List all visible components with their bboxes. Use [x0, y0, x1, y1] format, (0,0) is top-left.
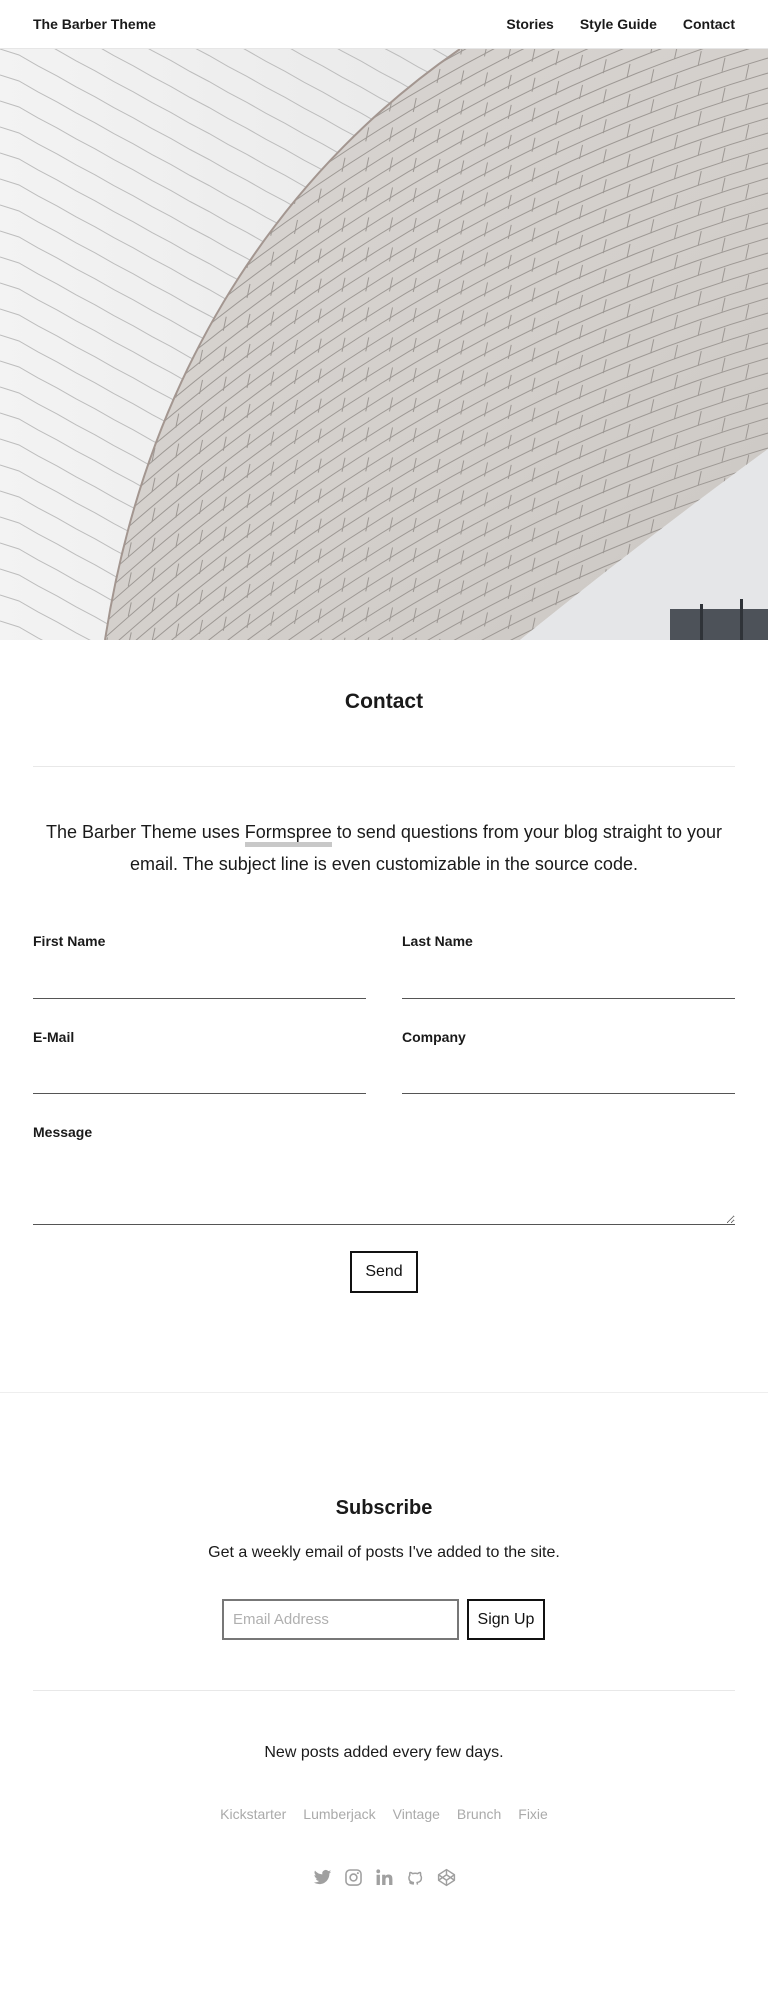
send-button[interactable]: Send [350, 1251, 418, 1293]
site-header: The Barber Theme Stories Style Guide Con… [0, 0, 768, 49]
subscribe-title: Subscribe [335, 1497, 433, 1519]
instagram-icon[interactable] [344, 1868, 363, 1887]
last-name-field[interactable] [402, 971, 735, 999]
footer-note: New posts added every few days. [264, 1744, 504, 1761]
tag-kickstarter[interactable]: Kickstarter [220, 1806, 286, 1822]
section-divider [0, 1392, 768, 1393]
title-divider [33, 766, 735, 767]
nav-stories[interactable]: Stories [506, 16, 553, 32]
first-name-field[interactable] [33, 971, 366, 999]
tag-lumberjack[interactable]: Lumberjack [303, 1806, 375, 1822]
codepen-icon[interactable] [437, 1868, 456, 1887]
company-field[interactable] [402, 1066, 735, 1094]
social-links [0, 1868, 768, 1887]
message-label: Message [33, 1124, 93, 1140]
footer-divider [33, 1690, 735, 1691]
subscribe-email-input[interactable] [222, 1599, 459, 1640]
hero-image [0, 49, 768, 640]
tag-vintage[interactable]: Vintage [393, 1806, 440, 1822]
tag-brunch[interactable]: Brunch [457, 1806, 501, 1822]
brand-link[interactable]: The Barber Theme [33, 16, 156, 32]
footer-tags: Kickstarter Lumberjack Vintage Brunch Fi… [0, 1806, 768, 1822]
twitter-icon[interactable] [313, 1868, 332, 1887]
main-nav: Stories Style Guide Contact [506, 16, 735, 32]
nav-style-guide[interactable]: Style Guide [580, 16, 657, 32]
nav-contact[interactable]: Contact [683, 16, 735, 32]
formspree-link[interactable]: Formspree [244, 822, 332, 847]
page-title: Contact [344, 690, 424, 713]
sign-up-button[interactable]: Sign Up [467, 1599, 545, 1640]
tag-fixie[interactable]: Fixie [518, 1806, 548, 1822]
linkedin-icon[interactable] [375, 1868, 394, 1887]
contact-intro: The Barber Theme uses Formspree to send … [33, 816, 735, 880]
intro-text-before: The Barber Theme uses [45, 822, 245, 842]
subscribe-description: Get a weekly email of posts I've added t… [208, 1544, 560, 1561]
message-field[interactable] [33, 1152, 735, 1225]
github-icon[interactable] [406, 1868, 425, 1887]
first-name-label: First Name [33, 933, 106, 949]
email-field[interactable] [33, 1066, 366, 1094]
last-name-label: Last Name [402, 933, 473, 949]
company-label: Company [402, 1029, 466, 1045]
email-label: E-Mail [33, 1029, 75, 1045]
